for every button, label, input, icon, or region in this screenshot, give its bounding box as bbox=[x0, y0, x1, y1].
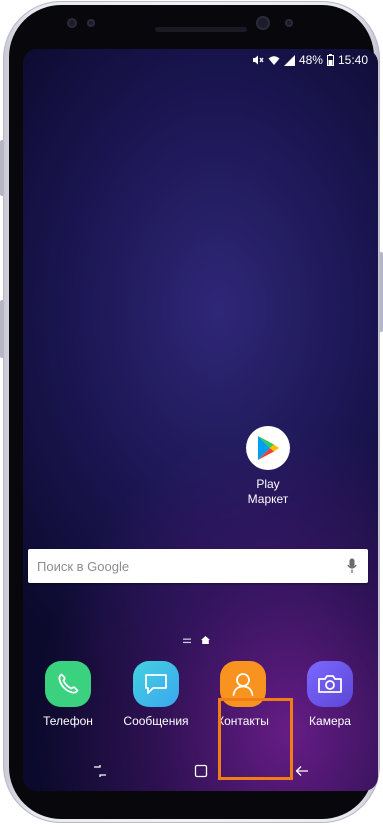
mute-icon bbox=[252, 54, 264, 66]
home-screen: 48% 15:40 Play Маркет Поиск в Google Тел… bbox=[23, 49, 378, 791]
iris-camera bbox=[285, 19, 293, 27]
front-camera bbox=[256, 16, 270, 30]
navigation-bar bbox=[23, 754, 378, 786]
phone-mockup: 48% 15:40 Play Маркет Поиск в Google Тел… bbox=[0, 0, 383, 825]
power-button bbox=[379, 252, 383, 332]
home-page-dot-icon bbox=[201, 631, 210, 649]
message-icon bbox=[133, 661, 179, 707]
menu-lines-icon bbox=[183, 631, 191, 649]
dock-app-label: Телефон bbox=[43, 714, 93, 728]
earpiece-speaker bbox=[155, 27, 247, 32]
google-search-bar[interactable]: Поиск в Google bbox=[28, 549, 368, 583]
phone-front: 48% 15:40 Play Маркет Поиск в Google Тел… bbox=[9, 5, 378, 819]
volume-button bbox=[0, 140, 4, 196]
clock: 15:40 bbox=[337, 53, 368, 67]
battery-icon bbox=[326, 54, 334, 66]
camera-icon bbox=[307, 661, 353, 707]
battery-percent: 48% bbox=[298, 53, 323, 67]
back-icon[interactable] bbox=[293, 763, 311, 779]
signal-icon bbox=[283, 54, 295, 66]
proximity-sensor bbox=[87, 19, 95, 27]
phone-icon bbox=[45, 661, 91, 707]
search-placeholder: Поиск в Google bbox=[37, 558, 130, 574]
page-indicator bbox=[183, 631, 210, 649]
dock-app-label: Камера bbox=[309, 714, 351, 728]
mic-icon[interactable] bbox=[336, 558, 368, 574]
iris-sensor bbox=[67, 18, 77, 28]
bixby-button bbox=[0, 300, 4, 358]
play-store-icon bbox=[246, 426, 290, 470]
recents-icon[interactable] bbox=[91, 763, 109, 779]
status-bar: 48% 15:40 bbox=[252, 53, 368, 67]
wifi-icon bbox=[268, 55, 280, 66]
dock-app-messages[interactable]: Сообщения bbox=[121, 661, 191, 729]
dock-app-camera[interactable]: Камера bbox=[295, 661, 365, 729]
play-market-label: Play Маркет bbox=[247, 477, 289, 506]
play-market-app[interactable]: Play Маркет bbox=[233, 426, 303, 507]
dock-app-label: Сообщения bbox=[123, 714, 189, 728]
home-icon[interactable] bbox=[192, 763, 210, 779]
dock-app-phone[interactable]: Телефон bbox=[33, 661, 103, 729]
